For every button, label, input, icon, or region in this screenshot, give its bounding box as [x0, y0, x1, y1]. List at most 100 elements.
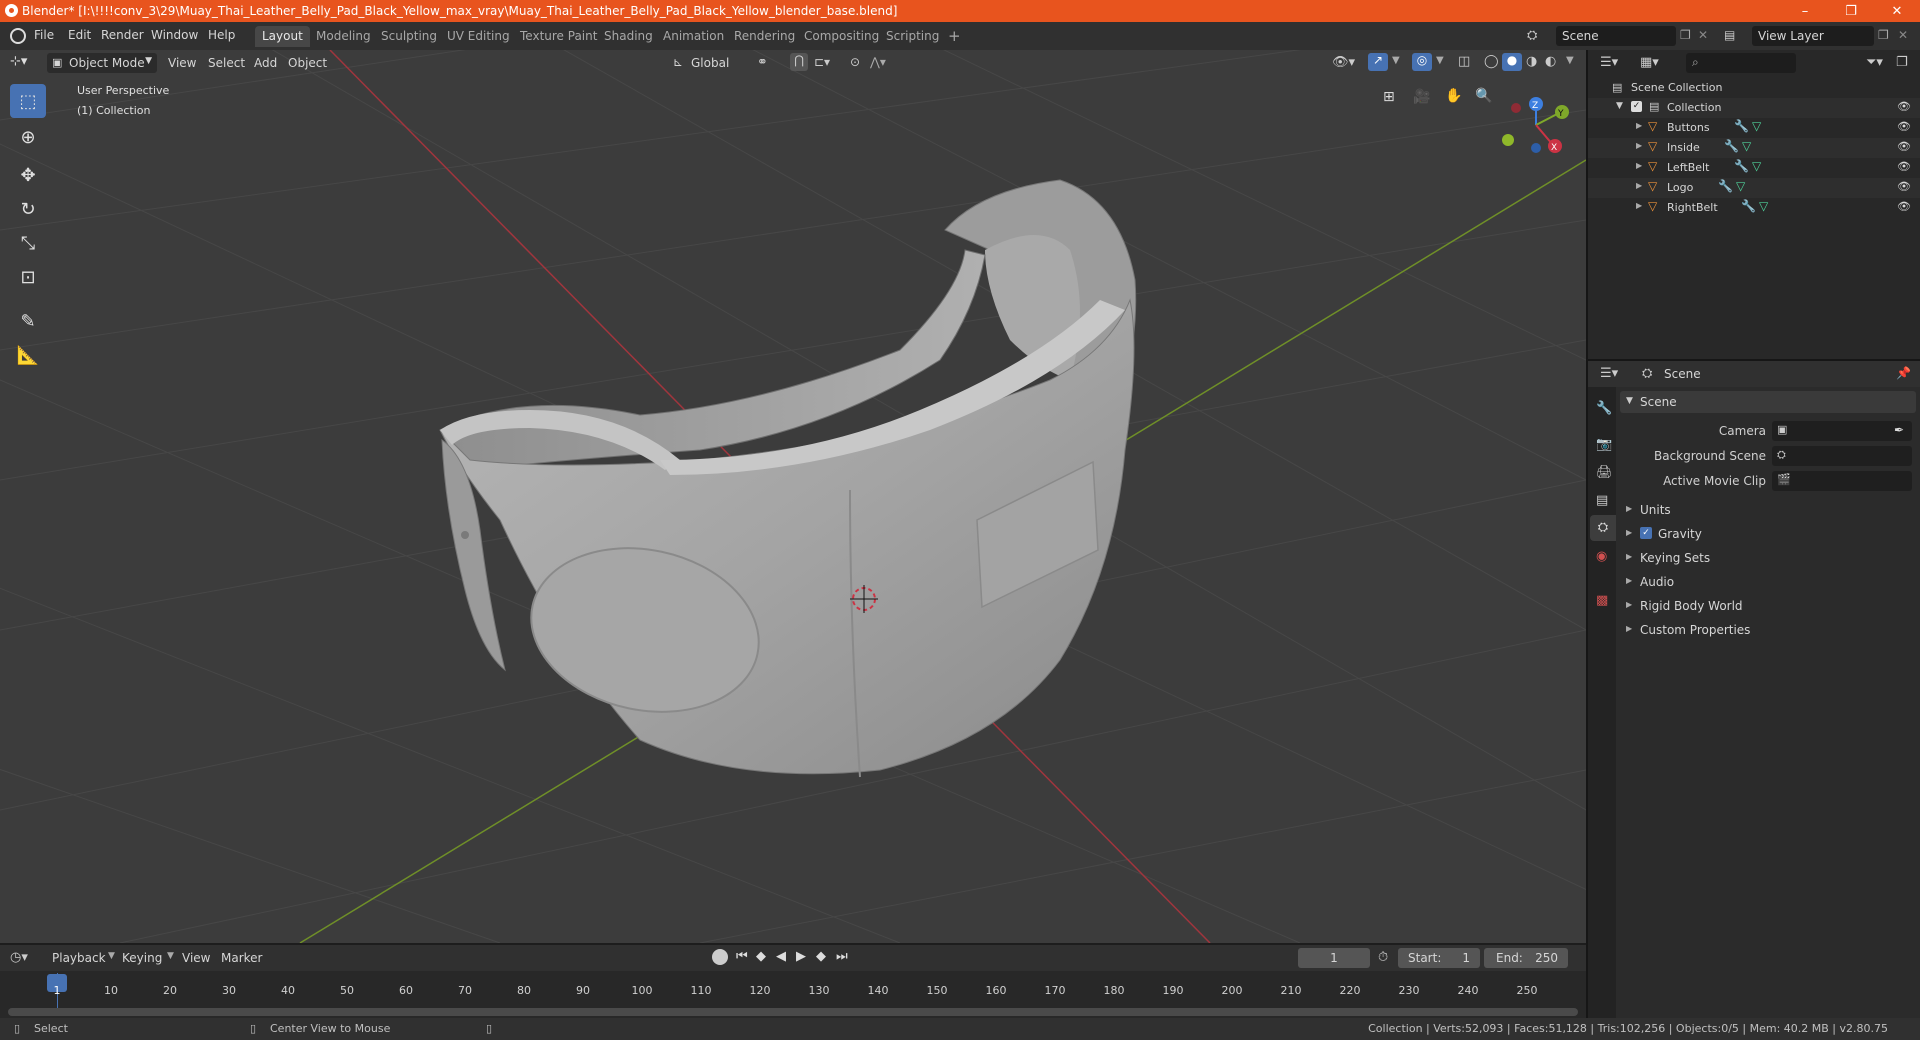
- zoom-icon[interactable]: 🔍: [1475, 88, 1492, 104]
- background-scene-field[interactable]: ⛭: [1772, 446, 1912, 466]
- jump-end-icon[interactable]: ⏭: [836, 949, 848, 964]
- toggle-view-grid-icon[interactable]: ⊞: [1383, 89, 1395, 105]
- modifier-wrench-icon[interactable]: 🔧: [1724, 139, 1739, 153]
- wireframe-shading-icon[interactable]: ◯: [1484, 54, 1499, 69]
- section-keying-sets[interactable]: ▶ Keying Sets: [1620, 547, 1916, 569]
- expand-object-icon[interactable]: ▶: [1636, 181, 1642, 190]
- expand-object-icon[interactable]: ▶: [1636, 201, 1642, 210]
- outliner-row-object[interactable]: ▶ ▽ LeftBelt 🔧 ▽ 👁: [1588, 158, 1920, 178]
- outliner-row-collection[interactable]: ▼ ✓ ▤ Collection 👁: [1588, 98, 1920, 118]
- measure-tool-icon[interactable]: 📐: [10, 338, 46, 372]
- properties-editor-type-icon[interactable]: ☰▾: [1600, 366, 1618, 381]
- selectability-visibility-icon[interactable]: 👁▾: [1332, 55, 1355, 70]
- tab-modeling[interactable]: Modeling: [309, 26, 378, 47]
- output-tab-icon[interactable]: 🖨: [1596, 465, 1613, 480]
- new-view-layer-icon[interactable]: ❐: [1878, 28, 1889, 42]
- menu-render[interactable]: Render: [101, 28, 144, 42]
- mesh-data-icon[interactable]: ▽: [1736, 179, 1745, 193]
- outliner-search-input[interactable]: [1706, 54, 1792, 72]
- timeline-menu-playback[interactable]: Playback: [52, 951, 106, 965]
- jump-start-icon[interactable]: ⏮: [736, 949, 748, 964]
- timeline-menu-keying[interactable]: Keying: [122, 951, 162, 965]
- menu-window[interactable]: Window: [151, 28, 198, 42]
- outliner-row-object[interactable]: ▶ ▽ RightBelt 🔧 ▽ 👁: [1588, 198, 1920, 218]
- gizmo-toggle-icon[interactable]: ↗: [1368, 53, 1388, 71]
- view-layer-tab-icon[interactable]: ▤: [1596, 493, 1608, 508]
- expand-object-icon[interactable]: ▶: [1636, 121, 1642, 130]
- mesh-data-icon[interactable]: ▽: [1752, 159, 1761, 173]
- visibility-eye-icon[interactable]: 👁: [1897, 140, 1911, 153]
- editor-type-icon[interactable]: ⊹▾: [10, 54, 27, 69]
- falloff-icon[interactable]: ⋀▾: [870, 55, 886, 69]
- expand-collection-icon[interactable]: ▼: [1616, 101, 1623, 111]
- timeline-menu-marker[interactable]: Marker: [221, 951, 262, 965]
- tool-tab-icon[interactable]: 🔧: [1596, 401, 1612, 416]
- snap-magnet-icon[interactable]: ⋂: [790, 53, 808, 71]
- pivot-point-icon[interactable]: ⚭: [757, 55, 768, 70]
- tab-compositing[interactable]: Compositing: [797, 26, 886, 47]
- xray-toggle-icon[interactable]: ◫: [1458, 54, 1470, 69]
- scene-selector-icon[interactable]: ⛭: [1527, 28, 1537, 43]
- modifier-wrench-icon[interactable]: 🔧: [1734, 159, 1749, 173]
- mesh-data-icon[interactable]: ▽: [1752, 119, 1761, 133]
- proportional-edit-icon[interactable]: ⊙: [850, 55, 860, 69]
- visibility-eye-icon[interactable]: 👁: [1897, 160, 1911, 173]
- scene-panel-header[interactable]: ▼ Scene: [1620, 391, 1916, 413]
- section-custom-properties[interactable]: ▶ Custom Properties: [1620, 619, 1916, 641]
- object-mode-dropdown[interactable]: ▣ Object Mode ▼: [47, 53, 157, 73]
- restore-button[interactable]: ❐: [1828, 0, 1874, 22]
- play-reverse-icon[interactable]: ◀: [776, 949, 786, 964]
- scale-tool-icon[interactable]: ⤡: [10, 226, 46, 260]
- menu-help[interactable]: Help: [208, 28, 235, 42]
- outliner-editor-type-icon[interactable]: ☰▾: [1600, 55, 1618, 70]
- modifier-wrench-icon[interactable]: 🔧: [1718, 179, 1733, 193]
- viewport-menu-select[interactable]: Select: [208, 56, 245, 70]
- section-units[interactable]: ▶ Units: [1620, 499, 1916, 521]
- play-icon[interactable]: ▶: [796, 949, 806, 964]
- eyedropper-icon[interactable]: ✒: [1894, 423, 1904, 437]
- tab-rendering[interactable]: Rendering: [727, 26, 802, 47]
- viewport-menu-view[interactable]: View: [168, 56, 196, 70]
- outliner-row-object[interactable]: ▶ ▽ Logo 🔧 ▽ 👁: [1588, 178, 1920, 198]
- prev-keyframe-icon[interactable]: ◆: [756, 949, 766, 964]
- overlays-dropdown-icon[interactable]: ▼: [1436, 55, 1444, 66]
- modifier-wrench-icon[interactable]: 🔧: [1734, 119, 1749, 133]
- expand-object-icon[interactable]: ▶: [1636, 141, 1642, 150]
- expand-object-icon[interactable]: ▶: [1636, 161, 1642, 170]
- scene-name-field[interactable]: Scene: [1556, 26, 1676, 46]
- current-frame-field[interactable]: 1: [1298, 948, 1370, 968]
- tab-shading[interactable]: Shading: [597, 26, 660, 47]
- section-rigid-body-world[interactable]: ▶ Rigid Body World: [1620, 595, 1916, 617]
- display-mode-icon[interactable]: ▦▾: [1640, 55, 1659, 70]
- add-workspace-button[interactable]: +: [941, 24, 968, 45]
- visibility-eye-icon[interactable]: 👁: [1897, 120, 1911, 133]
- section-audio[interactable]: ▶ Audio: [1620, 571, 1916, 593]
- render-tab-icon[interactable]: 📷: [1596, 437, 1612, 452]
- mesh-data-icon[interactable]: ▽: [1759, 199, 1768, 213]
- snap-target-icon[interactable]: ⊏▾: [814, 55, 830, 69]
- pin-icon[interactable]: 📌: [1896, 366, 1911, 380]
- timeline-scrollbar[interactable]: [8, 1008, 1578, 1016]
- select-box-tool-icon[interactable]: ⬚: [10, 84, 46, 118]
- mesh-data-icon[interactable]: ▽: [1742, 139, 1751, 153]
- preview-range-clock-icon[interactable]: ⏱: [1378, 950, 1388, 965]
- visibility-eye-icon[interactable]: 👁: [1897, 180, 1911, 193]
- tab-animation[interactable]: Animation: [656, 26, 731, 47]
- active-movie-clip-field[interactable]: 🎬: [1772, 471, 1912, 491]
- next-keyframe-icon[interactable]: ◆: [816, 949, 826, 964]
- timeline-editor-type-icon[interactable]: ◷▾: [10, 950, 28, 965]
- tab-sculpting[interactable]: Sculpting: [374, 26, 444, 47]
- outliner-row-scene-collection[interactable]: ▤ Scene Collection: [1588, 78, 1920, 98]
- rendered-shading-icon[interactable]: ◐: [1545, 54, 1556, 69]
- pan-hand-icon[interactable]: ✋: [1445, 88, 1462, 104]
- move-tool-icon[interactable]: ✥: [10, 158, 46, 192]
- tab-scripting[interactable]: Scripting: [879, 26, 946, 47]
- overlays-toggle-icon[interactable]: ◎: [1412, 53, 1432, 71]
- close-window-button[interactable]: ✕: [1874, 0, 1920, 22]
- new-collection-icon[interactable]: ❐: [1896, 55, 1908, 70]
- transform-orientation-dropdown[interactable]: ⊾ Global: [669, 53, 747, 73]
- section-gravity[interactable]: ▶ ✓ Gravity: [1620, 523, 1916, 545]
- delete-view-layer-icon[interactable]: ✕: [1898, 28, 1908, 42]
- gravity-checkbox[interactable]: ✓: [1640, 527, 1652, 539]
- collection-visibility-eye-icon[interactable]: 👁: [1897, 100, 1911, 113]
